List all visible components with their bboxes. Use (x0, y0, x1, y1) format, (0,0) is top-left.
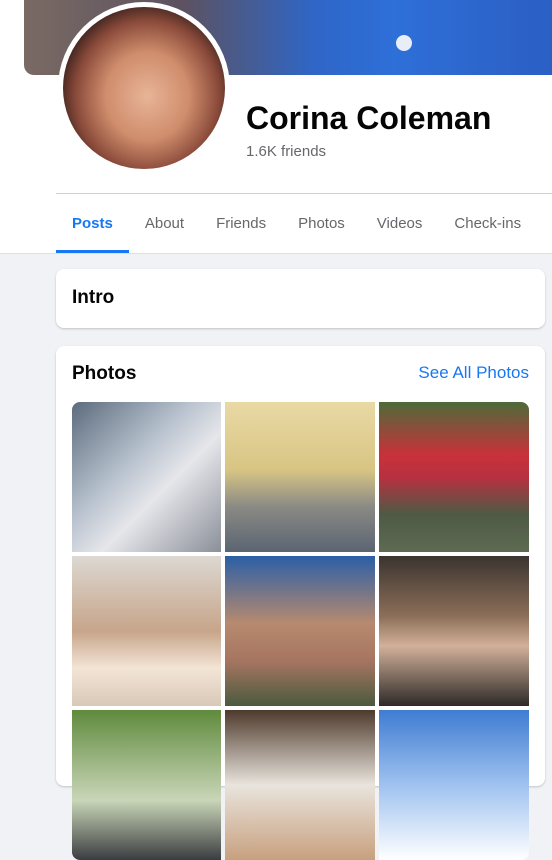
friends-count[interactable]: 1.6K friends (246, 143, 326, 160)
photos-card: Photos See All Photos (56, 346, 545, 860)
intro-card: Intro (56, 269, 545, 328)
photo-thumbnail[interactable] (379, 402, 529, 552)
tab-check-ins[interactable]: Check-ins (438, 194, 537, 253)
photos-title: Photos (72, 363, 137, 384)
photo-thumbnail[interactable] (225, 710, 375, 860)
tab-photos[interactable]: Photos (282, 194, 361, 253)
photo-thumbnail[interactable] (72, 710, 221, 860)
cover-light-spot (396, 35, 412, 51)
intro-title: Intro (72, 287, 115, 308)
photo-thumbnail[interactable] (225, 402, 375, 552)
photo-thumbnail[interactable] (225, 556, 375, 706)
photo-thumbnail[interactable] (379, 556, 529, 706)
profile-name: Corina Coleman (246, 100, 492, 136)
tab-more[interactable]: M (537, 194, 552, 253)
photo-thumbnail[interactable] (72, 556, 221, 706)
tab-videos[interactable]: Videos (361, 194, 439, 253)
profile-avatar[interactable] (63, 7, 225, 169)
see-all-photos-link[interactable]: See All Photos (418, 363, 529, 383)
profile-tabs: Posts About Friends Photos Videos Check-… (56, 194, 552, 253)
tab-about[interactable]: About (129, 194, 200, 253)
profile-header: Corina Coleman 1.6K friends Posts About … (0, 0, 552, 254)
tab-friends[interactable]: Friends (200, 194, 282, 253)
photo-grid (72, 402, 529, 860)
tab-posts[interactable]: Posts (56, 194, 129, 253)
photo-thumbnail[interactable] (379, 710, 529, 860)
photo-thumbnail[interactable] (72, 402, 221, 552)
